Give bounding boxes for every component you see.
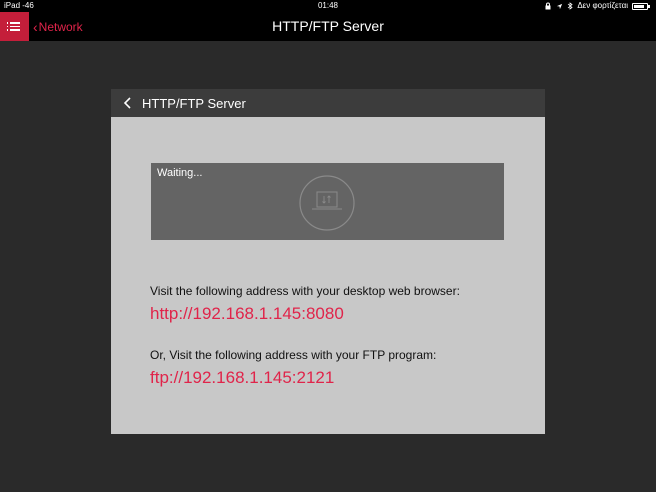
navigation-bar: ‹ Network HTTP/FTP Server bbox=[0, 12, 656, 41]
battery-icon bbox=[632, 2, 650, 10]
ftp-instruction: Or, Visit the following address with you… bbox=[150, 348, 437, 362]
status-bar: iPad -46 01:48 Δεν φορτίζεται bbox=[0, 0, 656, 12]
lock-rotation-icon bbox=[545, 2, 551, 10]
menu-button[interactable] bbox=[0, 12, 29, 41]
panel-back-icon[interactable] bbox=[122, 97, 134, 109]
waiting-status-box: Waiting... bbox=[151, 163, 504, 240]
battery-level bbox=[634, 4, 645, 8]
status-icons: Δεν φορτίζεται bbox=[544, 0, 650, 12]
ftp-url-link[interactable]: ftp://192.168.1.145:2121 bbox=[150, 368, 334, 388]
panel-title: HTTP/FTP Server bbox=[142, 95, 246, 111]
location-arrow-icon bbox=[557, 3, 563, 9]
status-text: Waiting... bbox=[157, 167, 203, 179]
http-url-link[interactable]: http://192.168.1.145:8080 bbox=[150, 304, 344, 324]
menu-icon bbox=[6, 22, 20, 24]
http-instruction: Visit the following address with your de… bbox=[150, 284, 460, 298]
page-title: HTTP/FTP Server bbox=[272, 18, 384, 34]
chevron-left-icon: ‹ bbox=[33, 18, 38, 35]
menu-icon-bar bbox=[6, 25, 20, 28]
back-label: Network bbox=[38, 19, 83, 34]
panel-header: HTTP/FTP Server bbox=[111, 89, 545, 117]
back-to-network-button[interactable]: ‹ Network bbox=[33, 12, 83, 41]
bluetooth-icon bbox=[568, 2, 573, 10]
computer-transfer-icon bbox=[299, 175, 355, 231]
charging-status: Δεν φορτίζεται bbox=[577, 1, 628, 10]
server-panel: HTTP/FTP Server Waiting... Visit the fol… bbox=[111, 89, 545, 434]
menu-icon-bar bbox=[6, 29, 20, 31]
